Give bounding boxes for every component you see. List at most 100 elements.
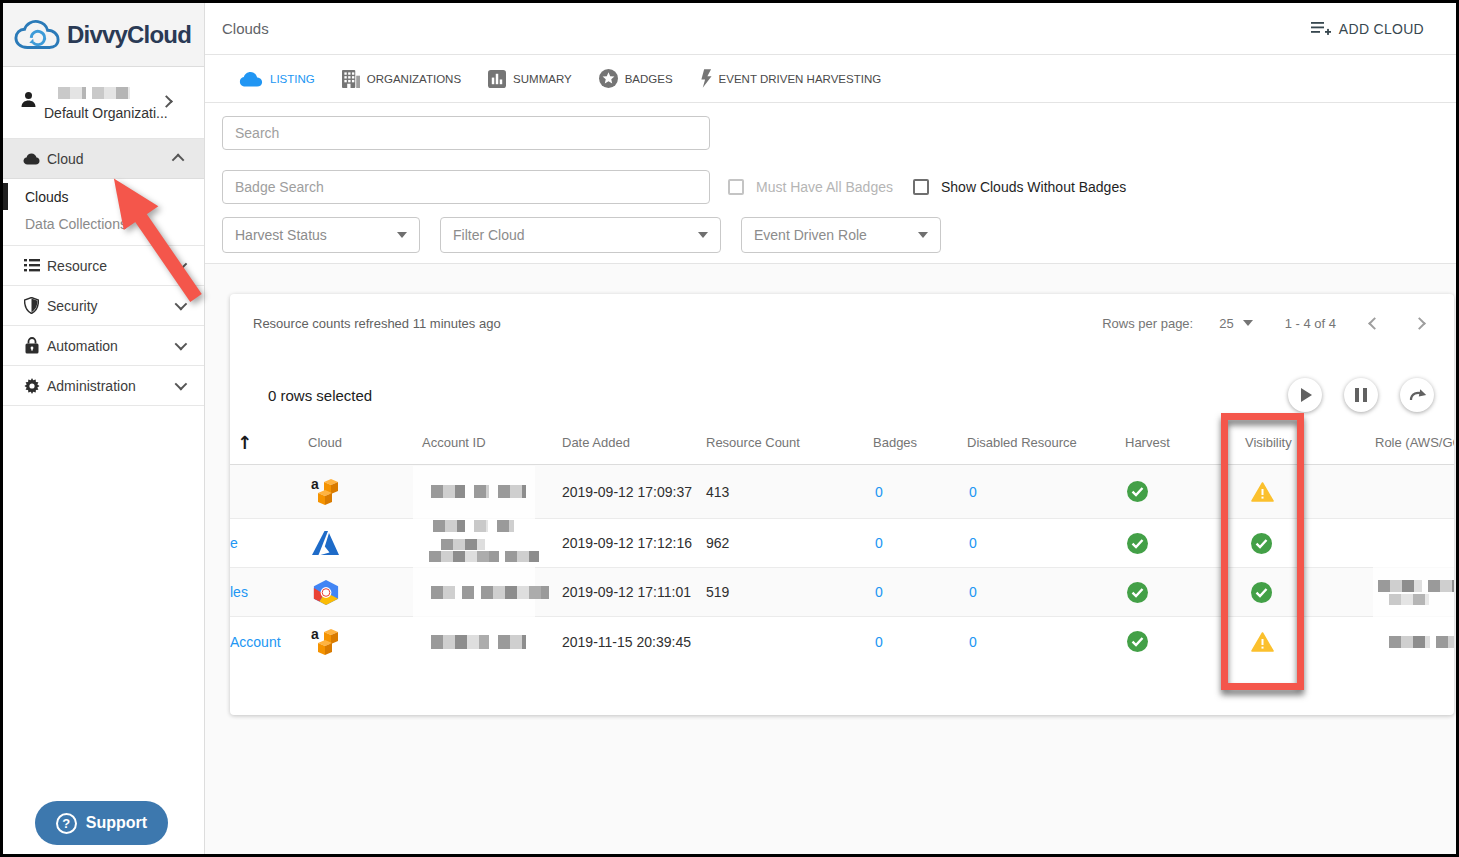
org-name: Default Organizati... <box>44 105 168 121</box>
gcp-icon <box>308 580 422 605</box>
rows-per-page-select[interactable]: 25 <box>1219 316 1252 331</box>
sidebar-item-label: Administration <box>47 378 175 394</box>
svg-text:a: a <box>311 476 319 492</box>
caret-down-icon <box>397 232 407 238</box>
account-id-redacted <box>422 635 562 649</box>
col-resource-count[interactable]: Resource Count <box>706 435 873 450</box>
date-added: 2019-09-12 17:11:01 <box>562 584 706 600</box>
summary-chart-icon <box>488 70 506 88</box>
chevron-down-icon <box>175 258 188 271</box>
reharvest-button[interactable] <box>1400 378 1434 412</box>
gear-icon <box>24 378 40 394</box>
sidebar: DivvyCloud Default Organizati... Cloud C… <box>3 3 205 854</box>
search-input[interactable] <box>222 116 710 150</box>
sidebar-item-label: Cloud <box>47 151 175 167</box>
add-cloud-label: ADD CLOUD <box>1339 21 1424 37</box>
col-date-added[interactable]: Date Added <box>562 435 706 450</box>
cloud-name-link[interactable]: e <box>230 535 308 551</box>
col-role[interactable]: Role (AWS/GC <box>1375 435 1454 450</box>
role-redacted <box>1375 580 1454 592</box>
user-name-redacted <box>58 87 130 99</box>
pause-harvest-button[interactable] <box>1344 378 1378 412</box>
chevron-down-icon <box>175 378 188 391</box>
filters-panel: Must Have All Badges Show Clouds Without… <box>205 103 1456 264</box>
select-label: Harvest Status <box>235 227 327 243</box>
tab-label: LISTING <box>270 73 315 85</box>
filter-cloud-select[interactable]: Filter Cloud <box>440 217 721 253</box>
sidebar-item-security[interactable]: Security <box>3 286 204 326</box>
redo-icon <box>1408 388 1427 403</box>
badges-link[interactable]: 0 <box>873 484 883 500</box>
user-icon <box>20 91 37 108</box>
cloud-icon <box>239 71 263 87</box>
rows-selected-label: 0 rows selected <box>268 387 1288 404</box>
resource-count: 519 <box>706 584 873 600</box>
azure-icon <box>308 530 422 556</box>
resource-count: 413 <box>706 484 873 500</box>
sidebar-item-resource[interactable]: Resource <box>3 245 204 286</box>
org-switcher[interactable]: Default Organizati... <box>3 67 204 139</box>
logo-bar: DivvyCloud <box>3 3 204 67</box>
tab-summary[interactable]: SUMMARY <box>488 70 572 88</box>
col-disabled-resource[interactable]: Disabled Resource <box>967 435 1125 450</box>
list-icon <box>24 259 40 272</box>
disabled-resource-link[interactable]: 0 <box>967 484 977 500</box>
col-badges[interactable]: Badges <box>873 435 967 450</box>
role-redacted <box>1375 636 1454 648</box>
disabled-resource-link[interactable]: 0 <box>967 634 977 650</box>
checkbox-label: Show Clouds Without Badges <box>941 179 1126 195</box>
lightning-bolt-icon <box>700 69 712 88</box>
show-clouds-without-badges-checkbox[interactable] <box>913 179 929 195</box>
rows-per-page-label: Rows per page: <box>1102 316 1193 331</box>
resume-harvest-button[interactable] <box>1288 378 1322 412</box>
sidebar-item-clouds[interactable]: Clouds <box>3 183 204 210</box>
shield-icon <box>24 297 39 314</box>
badges-link[interactable]: 0 <box>873 634 883 650</box>
badge-search-input[interactable] <box>222 170 710 204</box>
play-icon <box>1301 388 1312 402</box>
annotation-highlight-rectangle <box>1221 413 1304 690</box>
sidebar-item-cloud[interactable]: Cloud <box>3 139 204 179</box>
organizations-icon <box>342 70 360 88</box>
harvest-status-select[interactable]: Harvest Status <box>222 217 420 253</box>
cloud-name-link[interactable]: Account <box>230 634 308 650</box>
badges-link[interactable]: 0 <box>873 535 883 551</box>
chevron-down-icon <box>175 298 188 311</box>
divvycloud-logo-icon <box>14 18 60 52</box>
event-driven-role-select[interactable]: Event Driven Role <box>741 217 941 253</box>
tab-organizations[interactable]: ORGANIZATIONS <box>342 70 461 88</box>
page-title: Clouds <box>222 20 1311 37</box>
cloud-name-link[interactable]: les <box>230 584 308 600</box>
tabs-bar: LISTING ORGANIZATIONS SUMMARY <box>205 55 1456 103</box>
resource-count: 962 <box>706 535 873 551</box>
sidebar-item-data-collections[interactable]: Data Collections <box>3 210 204 237</box>
caret-down-icon <box>918 232 928 238</box>
tab-badges[interactable]: BADGES <box>599 69 673 88</box>
disabled-resource-link[interactable]: 0 <box>967 535 977 551</box>
playlist-add-icon <box>1311 21 1331 37</box>
date-added: 2019-09-12 17:09:37 <box>562 484 706 500</box>
sidebar-item-automation[interactable]: Automation <box>3 326 204 366</box>
add-cloud-button[interactable]: ADD CLOUD <box>1311 21 1424 37</box>
brand-name: DivvyCloud <box>67 21 191 49</box>
must-have-all-badges-checkbox[interactable] <box>728 179 744 195</box>
cloud-submenu: Clouds Data Collections <box>3 179 204 245</box>
col-account-id[interactable]: Account ID <box>422 435 562 450</box>
pagination: Rows per page: 25 1 - 4 of 4 <box>1102 316 1438 331</box>
previous-page-button[interactable] <box>1368 317 1381 330</box>
tab-event-driven-harvesting[interactable]: EVENT DRIVEN HARVESTING <box>700 69 882 88</box>
badges-link[interactable]: 0 <box>873 584 883 600</box>
select-label: Event Driven Role <box>754 227 867 243</box>
tab-label: SUMMARY <box>513 73 572 85</box>
account-id-redacted <box>422 551 562 562</box>
account-id-redacted <box>422 485 562 498</box>
sidebar-item-administration[interactable]: Administration <box>3 366 204 406</box>
sort-ascending-icon[interactable]: ↑ <box>230 432 252 453</box>
cloud-icon <box>23 153 40 165</box>
sidebar-item-label: Resource <box>47 258 175 274</box>
next-page-button[interactable] <box>1413 317 1426 330</box>
col-cloud[interactable]: Cloud <box>308 435 422 450</box>
tab-listing[interactable]: LISTING <box>239 71 315 87</box>
disabled-resource-link[interactable]: 0 <box>967 584 977 600</box>
support-button[interactable]: ? Support <box>35 801 168 845</box>
